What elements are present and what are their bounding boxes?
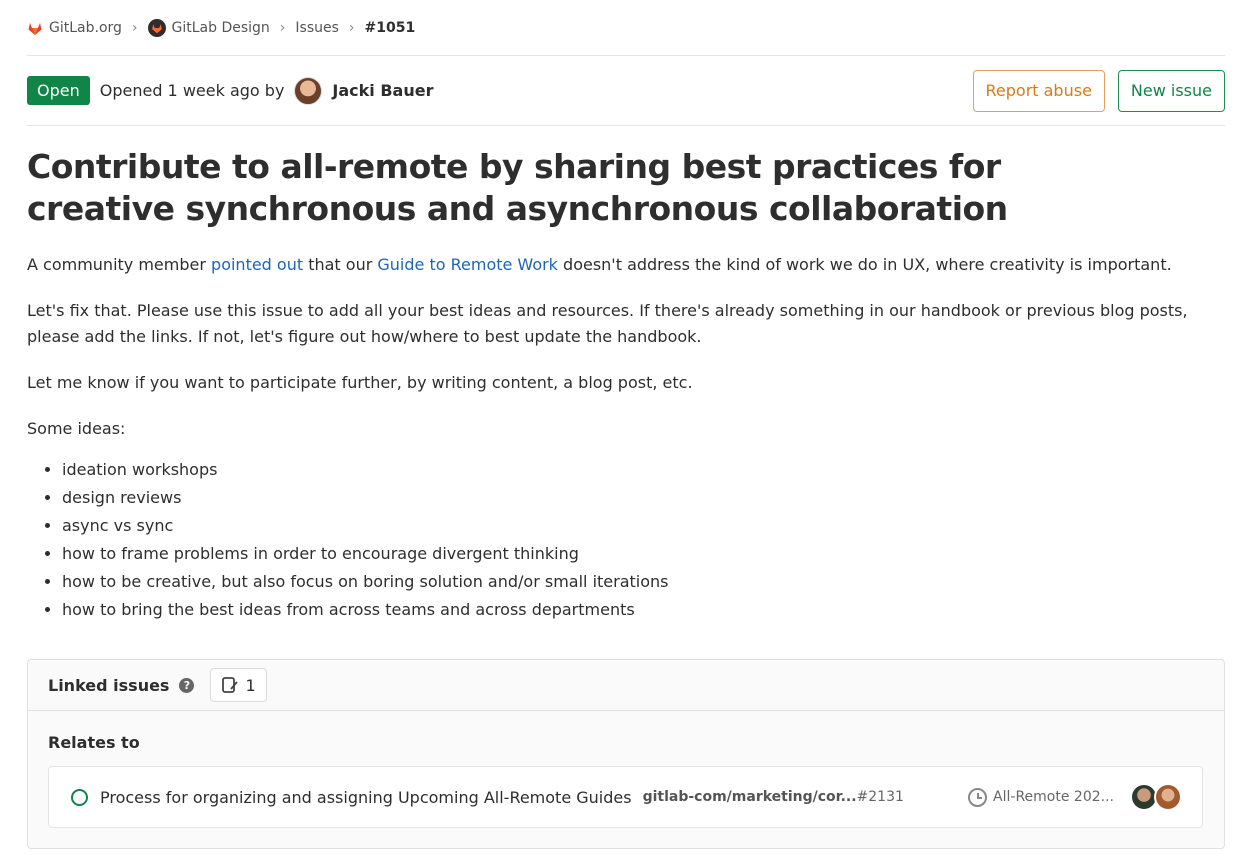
list-item: design reviews	[62, 484, 1225, 512]
chevron-right-icon: ›	[279, 19, 286, 36]
guide-to-remote-work-link[interactable]: Guide to Remote Work	[377, 255, 558, 274]
linked-issues-count: 1	[210, 668, 267, 702]
description-paragraph: A community member pointed out that our …	[27, 252, 1225, 278]
chevron-right-icon: ›	[131, 19, 138, 36]
breadcrumb-gitlab-org[interactable]: GitLab.org	[27, 20, 122, 36]
breadcrumb-current-issue[interactable]: #1051	[365, 20, 416, 36]
issue-header: Open Opened 1 week ago by Jacki Bauer Re…	[27, 56, 1225, 126]
breadcrumb-issues[interactable]: Issues	[295, 20, 339, 36]
issue-meta: Open Opened 1 week ago by Jacki Bauer	[27, 76, 433, 105]
gitlab-logo-icon	[28, 22, 42, 35]
list-item: async vs sync	[62, 512, 1225, 540]
report-abuse-button[interactable]: Report abuse	[972, 69, 1105, 112]
breadcrumb-gitlab-design[interactable]: GitLab Design	[147, 18, 270, 37]
text-span: A community member	[27, 255, 212, 274]
opened-text: Opened 1 week ago by	[99, 81, 285, 100]
assignees	[1130, 783, 1182, 811]
header-actions: Report abuse New issue	[972, 69, 1225, 112]
author-avatar[interactable]	[294, 76, 323, 105]
issue-title: Contribute to all-remote by sharing best…	[27, 147, 1008, 228]
milestone: All-Remote 202...	[968, 787, 1114, 807]
breadcrumb-label: Issues	[295, 19, 339, 36]
issue-open-icon	[71, 788, 88, 806]
description-paragraph: Let me know if you want to participate f…	[27, 373, 693, 392]
avatar[interactable]	[1154, 783, 1182, 811]
linked-issue-reference: gitlab-com/marketing/cor...#2131	[643, 789, 904, 805]
breadcrumb-label: GitLab Design	[171, 19, 270, 36]
question-icon[interactable]: ?	[179, 677, 195, 693]
linked-issues-panel: Linked issues ? 1 Relates to Process for…	[27, 659, 1225, 849]
chevron-right-icon: ›	[348, 19, 355, 36]
breadcrumb-label: GitLab.org	[49, 19, 122, 36]
description-paragraph: Let's fix that. Please use this issue to…	[27, 301, 1188, 346]
issue-path: gitlab-com/marketing/cor...	[642, 789, 857, 805]
list-item: how to bring the best ideas from across …	[62, 596, 1225, 624]
status-badge: Open	[27, 76, 90, 105]
linked-issues-header: Linked issues ? 1	[28, 660, 1224, 711]
author-name[interactable]: Jacki Bauer	[332, 81, 433, 100]
relates-to-heading: Relates to	[48, 733, 140, 752]
issue-ref: #2131	[856, 789, 904, 805]
issue-description: A community member pointed out that our …	[27, 252, 1225, 624]
linked-issues-title: Linked issues	[48, 675, 170, 695]
new-issue-button[interactable]: New issue	[1117, 69, 1225, 112]
text-span: that our	[303, 255, 378, 274]
breadcrumb: GitLab.org › GitLab Design › Issues › #1…	[27, 0, 1225, 56]
clock-icon	[968, 787, 988, 807]
issue-page: GitLab.org › GitLab Design › Issues › #1…	[0, 0, 1247, 855]
count-value: 1	[245, 675, 256, 695]
text-span: doesn't address the kind of work we do i…	[557, 255, 1172, 274]
list-item: how to be creative, but also focus on bo…	[62, 568, 1225, 596]
milestone-label: All-Remote 202...	[993, 789, 1114, 805]
list-item: ideation workshops	[62, 456, 1225, 484]
gitlab-design-logo-icon	[147, 18, 166, 37]
ideas-list: ideation workshops design reviews async …	[27, 456, 1225, 624]
linked-issue-title[interactable]: Process for organizing and assigning Upc…	[100, 788, 632, 807]
linked-issue-row[interactable]: Process for organizing and assigning Upc…	[48, 766, 1203, 828]
list-item: how to frame problems in order to encour…	[62, 540, 1225, 568]
description-paragraph: Some ideas:	[27, 419, 126, 438]
pointed-out-link[interactable]: pointed out	[211, 255, 303, 274]
issues-icon	[222, 677, 239, 693]
